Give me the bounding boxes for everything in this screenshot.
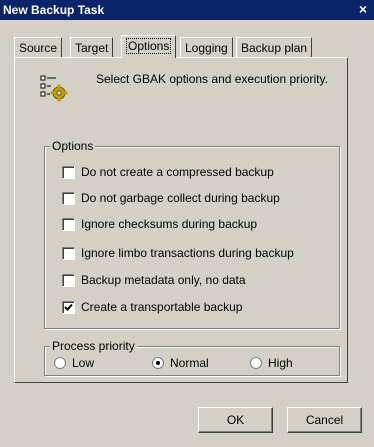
tab-backup-plan[interactable]: Backup plan <box>236 37 313 57</box>
priority-normal[interactable]: Normal <box>152 356 209 370</box>
tab-target[interactable]: Target <box>70 37 114 57</box>
priority-high[interactable]: High <box>250 356 293 370</box>
checkmark-icon <box>64 303 73 311</box>
checkbox[interactable] <box>62 273 75 287</box>
cancel-button[interactable]: Cancel <box>287 407 362 433</box>
option-no-garbage-collect[interactable]: Do not garbage collect during backup <box>62 190 280 206</box>
tab-options[interactable]: Options <box>121 35 177 58</box>
ok-button[interactable]: OK <box>198 407 273 433</box>
tab-source[interactable]: Source <box>14 37 63 57</box>
checkbox-checked[interactable] <box>62 300 75 314</box>
checkbox[interactable] <box>62 217 75 231</box>
radio-button[interactable] <box>54 357 66 369</box>
tab-logging[interactable]: Logging <box>180 37 233 57</box>
priority-legend: Process priority <box>50 339 137 353</box>
priority-low[interactable]: Low <box>54 356 94 370</box>
close-icon[interactable]: × <box>356 2 370 16</box>
option-ignore-checksums[interactable]: Ignore checksums during backup <box>62 216 257 232</box>
checkbox[interactable] <box>62 246 75 260</box>
radio-button[interactable] <box>250 357 262 369</box>
option-metadata-only[interactable]: Backup metadata only, no data <box>62 272 246 288</box>
checkbox[interactable] <box>62 165 75 179</box>
option-transportable[interactable]: Create a transportable backup <box>62 299 242 315</box>
title-bar: New Backup Task × <box>0 0 374 20</box>
gbak-options-icon <box>40 74 70 104</box>
options-legend: Options <box>50 139 96 153</box>
checkbox[interactable] <box>62 191 75 205</box>
option-no-compress[interactable]: Do not create a compressed backup <box>62 164 274 180</box>
radio-button-selected[interactable] <box>152 357 164 369</box>
option-ignore-limbo[interactable]: Ignore limbo transactions during backup <box>62 245 294 261</box>
window-title: New Backup Task <box>3 3 105 17</box>
header-description: Select GBAK options and execution priori… <box>96 72 328 86</box>
